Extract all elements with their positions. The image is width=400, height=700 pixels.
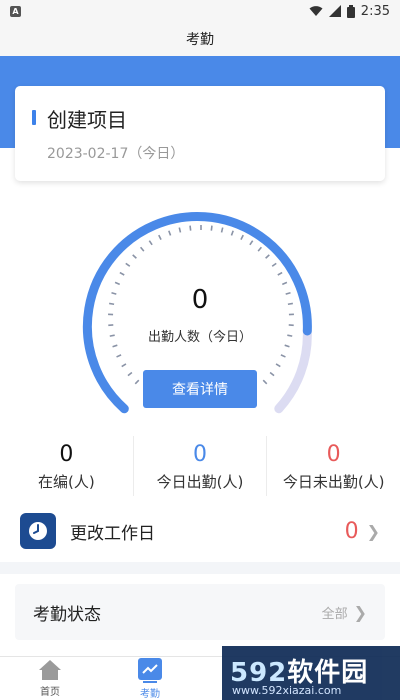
chevron-right-icon: ❯ bbox=[353, 602, 367, 622]
stat-value: 0 bbox=[59, 442, 74, 467]
notification-icon: A bbox=[10, 5, 21, 17]
signal-icon bbox=[328, 5, 341, 17]
nav-home-label: 首页 bbox=[40, 687, 60, 698]
gauge-tick bbox=[112, 344, 118, 348]
gauge-tick bbox=[139, 246, 145, 252]
gauge-tick bbox=[119, 271, 125, 276]
status-filter-all[interactable]: 全部 bbox=[322, 603, 348, 622]
gauge-tick bbox=[109, 302, 115, 306]
nav-home[interactable]: 首页 bbox=[0, 657, 100, 700]
attendance-count-label: 出勤人数（今日） bbox=[147, 330, 252, 345]
gauge-tick bbox=[158, 234, 162, 240]
gauge-tick bbox=[280, 354, 286, 358]
gauge-tick bbox=[116, 354, 122, 358]
home-icon bbox=[39, 660, 61, 680]
gauge-tick bbox=[121, 363, 127, 368]
nav-attendance-label: 考勤 bbox=[140, 688, 160, 700]
stat-label: 今日未出勤(人) bbox=[282, 473, 385, 491]
gauge-tick bbox=[148, 240, 153, 246]
project-marker bbox=[32, 110, 36, 125]
gauge-tick bbox=[189, 225, 192, 231]
stat-value: 0 bbox=[193, 442, 207, 467]
gauge-tick bbox=[287, 334, 293, 337]
project-title: 创建项目 bbox=[47, 108, 127, 132]
project-date: 2023-02-17（今日） bbox=[47, 146, 185, 162]
gauge-tick bbox=[230, 230, 234, 236]
attendance-status-title: 考勤状态 bbox=[33, 604, 101, 625]
chevron-right-icon: ❯ bbox=[366, 521, 380, 541]
stat-absent[interactable]: 0 今日未出勤(人) bbox=[266, 436, 400, 496]
workday-count: 0 bbox=[344, 518, 359, 544]
gauge-tick bbox=[257, 246, 263, 252]
status-bar: A 2:35 bbox=[0, 0, 400, 22]
nav-active-indicator bbox=[143, 680, 157, 683]
gauge-tick bbox=[271, 262, 277, 267]
clock-icon bbox=[20, 513, 56, 549]
gauge-tick bbox=[240, 234, 244, 240]
stat-present[interactable]: 0 今日出勤(人) bbox=[132, 436, 267, 496]
battery-icon bbox=[346, 4, 355, 18]
gauge-tick bbox=[127, 371, 133, 377]
wifi-icon bbox=[309, 6, 323, 16]
gauge-tick bbox=[114, 281, 121, 286]
stat-value: 0 bbox=[326, 442, 341, 467]
gauge-tick bbox=[178, 227, 182, 233]
project-card[interactable]: 创建项目 2023-02-17（今日） bbox=[15, 86, 385, 181]
attendance-status-card[interactable]: 考勤状态 全部 ❯ bbox=[15, 584, 385, 640]
view-details-button[interactable]: 查看详情 bbox=[143, 370, 257, 408]
section-divider bbox=[0, 562, 400, 574]
gauge-tick bbox=[287, 302, 293, 306]
gauge-tick bbox=[249, 240, 254, 246]
gauge-tick bbox=[281, 281, 288, 286]
watermark-logo: 592软件园 www.592xiazai.com bbox=[222, 646, 400, 700]
stat-label: 今日出勤(人) bbox=[156, 473, 244, 491]
gauge-tick bbox=[277, 271, 283, 276]
gauge-tick bbox=[134, 379, 140, 385]
watermark-url: www.592xiazai.com bbox=[232, 684, 342, 697]
attendance-stats: 0 在编(人) 0 今日出勤(人) 0 今日未出勤(人) bbox=[0, 436, 400, 496]
change-workday-row[interactable]: 更改工作日 0 ❯ bbox=[0, 506, 400, 556]
gauge-tick bbox=[265, 254, 270, 259]
stat-label: 在编(人) bbox=[37, 473, 95, 491]
attendance-count: 0 bbox=[191, 285, 209, 315]
chart-icon bbox=[138, 657, 162, 680]
gauge-tick bbox=[168, 230, 172, 236]
gauge-tick bbox=[269, 371, 275, 377]
change-workday-label: 更改工作日 bbox=[70, 523, 155, 544]
gauge-tick bbox=[275, 363, 281, 368]
gauge-tick bbox=[109, 334, 115, 337]
gauge-tick bbox=[210, 225, 213, 231]
gauge-track-arc bbox=[274, 326, 312, 414]
stat-staff[interactable]: 0 在编(人) bbox=[0, 436, 133, 496]
gauge-tick bbox=[111, 291, 117, 295]
attendance-gauge: 0 出勤人数（今日） 查看详情 bbox=[0, 200, 400, 430]
gauge-tick bbox=[132, 254, 137, 259]
nav-attendance[interactable]: 考勤 bbox=[100, 657, 200, 700]
status-time: 2:35 bbox=[360, 3, 390, 19]
page-title: 考勤 bbox=[0, 22, 400, 56]
gauge-tick bbox=[285, 291, 291, 295]
gauge-tick bbox=[284, 344, 290, 348]
gauge-tick bbox=[220, 227, 224, 233]
gauge-tick bbox=[125, 262, 131, 267]
gauge-tick bbox=[262, 379, 268, 385]
